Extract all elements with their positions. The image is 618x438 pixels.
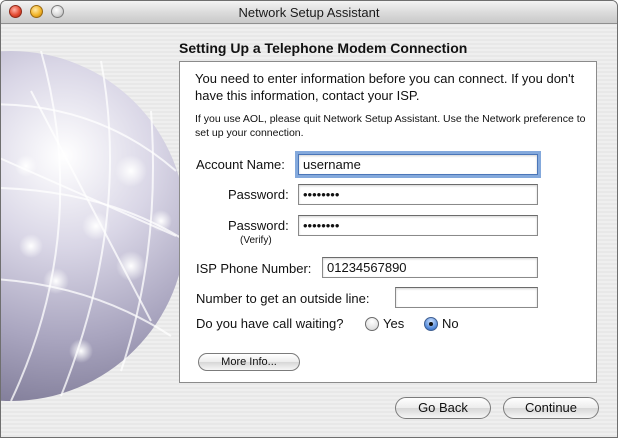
password-field[interactable]: ••••••••: [298, 184, 538, 205]
outside-line-field[interactable]: [395, 287, 538, 308]
title-bar[interactable]: Network Setup Assistant: [1, 1, 617, 24]
isp-phone-field[interactable]: 01234567890: [322, 257, 538, 278]
window-title: Network Setup Assistant: [238, 5, 380, 20]
password-verify-label: Password:: [228, 218, 289, 233]
password-verify-field[interactable]: ••••••••: [298, 215, 538, 236]
call-waiting-no-label[interactable]: No: [442, 316, 459, 331]
more-info-button[interactable]: More Info...: [198, 353, 300, 371]
go-back-button[interactable]: Go Back: [395, 397, 491, 419]
continue-button[interactable]: Continue: [503, 397, 599, 419]
intro-text: You need to enter information before you…: [195, 71, 575, 103]
call-waiting-yes-radio[interactable]: [365, 317, 379, 331]
password-label: Password:: [228, 187, 289, 202]
call-waiting-label: Do you have call waiting?: [196, 316, 344, 331]
form-panel: You need to enter information before you…: [179, 61, 597, 383]
call-waiting-no-radio[interactable]: [424, 317, 438, 331]
network-setup-window: Network Setup Assistant Setting Up a Tel…: [0, 0, 618, 438]
call-waiting-yes-label[interactable]: Yes: [383, 316, 404, 331]
account-name-label: Account Name:: [196, 157, 285, 172]
network-globe-icon: [1, 51, 187, 402]
page-heading: Setting Up a Telephone Modem Connection: [179, 40, 468, 56]
verify-sublabel: (Verify): [240, 235, 272, 246]
account-name-field[interactable]: username: [295, 151, 541, 178]
isp-phone-label: ISP Phone Number:: [196, 261, 312, 276]
aol-notice: If you use AOL, please quit Network Setu…: [195, 113, 586, 139]
outside-line-label: Number to get an outside line:: [196, 291, 370, 306]
